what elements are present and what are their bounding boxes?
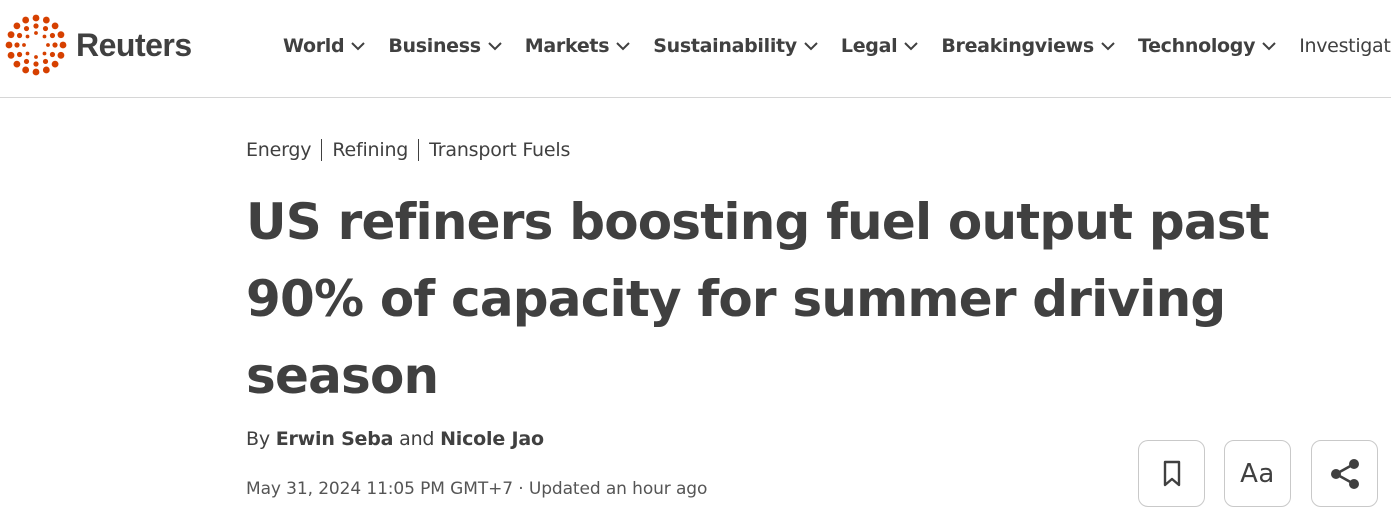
updated-time: Updated an hour ago xyxy=(528,479,708,499)
breadcrumb-divider xyxy=(321,139,323,161)
logo-dot xyxy=(25,34,30,39)
breadcrumb-energy[interactable]: Energy xyxy=(246,139,312,161)
logo-dot xyxy=(22,66,30,74)
reuters-logo[interactable]: Reuters xyxy=(4,13,192,77)
nav-item-sustainability[interactable]: Sustainability xyxy=(653,35,820,57)
logo-dot xyxy=(22,16,30,24)
chevron-down-icon xyxy=(1101,42,1115,51)
logo-dot xyxy=(57,51,65,59)
article-headline: US refiners boosting fuel output past 90… xyxy=(246,193,1270,405)
nav-item-label: Business xyxy=(388,35,481,57)
chevron-down-icon xyxy=(1262,42,1276,51)
breadcrumb-transport-fuels[interactable]: Transport Fuels xyxy=(429,139,570,161)
logo-dot xyxy=(5,41,13,49)
text-size-label: Aa xyxy=(1240,458,1275,489)
logo-dot xyxy=(34,55,38,59)
logo-dot xyxy=(59,41,67,49)
nav-item-technology[interactable]: Technology xyxy=(1138,35,1278,57)
nav-item-label: Legal xyxy=(840,35,898,57)
logo-dot xyxy=(57,31,65,39)
logo-dot xyxy=(13,22,21,30)
author-link-2[interactable]: Nicole Jao xyxy=(440,428,544,450)
byline: By Erwin Seba and Nicole Jao xyxy=(246,428,544,450)
reuters-logo-icon xyxy=(5,14,67,76)
logo-dot xyxy=(16,51,23,58)
publish-date: May 31, 2024 11:05 PM GMT+7 xyxy=(246,479,513,499)
logo-dot xyxy=(51,60,59,68)
nav-item-label: Markets xyxy=(524,35,610,57)
nav-item-label: Technology xyxy=(1137,35,1256,57)
logo-dot xyxy=(49,32,56,39)
logo-dot xyxy=(42,66,50,74)
breadcrumb-refining[interactable]: Refining xyxy=(332,139,408,161)
chevron-down-icon xyxy=(804,42,818,51)
chevron-down-icon xyxy=(616,42,630,51)
share-icon xyxy=(1330,458,1359,489)
logo-dot xyxy=(33,61,39,67)
author-link-1[interactable]: Erwin Seba xyxy=(276,428,394,450)
breadcrumb: Energy Refining Transport Fuels xyxy=(246,139,570,161)
logo-dot xyxy=(52,42,58,48)
logo-dot xyxy=(46,43,50,47)
chevron-down-icon xyxy=(488,42,502,51)
breadcrumb-divider xyxy=(418,139,420,161)
chevron-down-icon xyxy=(351,42,366,51)
logo-dot xyxy=(22,43,26,47)
nav-item-legal[interactable]: Legal xyxy=(841,35,920,57)
site-header: Reuters World Business Markets Sustainab… xyxy=(0,0,1391,98)
logo-dot xyxy=(51,22,59,30)
nav-item-markets[interactable]: Markets xyxy=(525,35,632,57)
brand-name: Reuters xyxy=(76,26,192,63)
logo-dot xyxy=(25,51,30,56)
article-dateline: May 31, 2024 11:05 PM GMT+7 · Updated an… xyxy=(246,479,707,499)
logo-dot xyxy=(33,23,39,29)
nav-item-world[interactable]: World xyxy=(283,35,367,57)
nav-item-breakingviews[interactable]: Breakingviews xyxy=(941,35,1117,57)
main-nav: World Business Markets Sustainability Le… xyxy=(283,0,1391,92)
logo-dot xyxy=(23,58,30,65)
text-size-button[interactable]: Aa xyxy=(1224,440,1291,507)
logo-dot xyxy=(49,51,56,58)
logo-dot xyxy=(42,34,47,39)
logo-dot xyxy=(16,32,23,39)
logo-dot xyxy=(42,25,49,32)
nav-item-label: Sustainability xyxy=(653,35,797,57)
logo-dot xyxy=(23,25,30,32)
date-separator: · xyxy=(512,479,529,499)
share-button[interactable] xyxy=(1311,440,1378,507)
chevron-down-icon xyxy=(904,42,919,51)
logo-dot xyxy=(7,31,15,39)
logo-dot xyxy=(7,51,15,59)
logo-dot xyxy=(32,14,40,22)
nav-item-business[interactable]: Business xyxy=(388,35,503,57)
logo-dot xyxy=(34,31,38,35)
byline-conjunction: and xyxy=(393,428,441,450)
logo-dot xyxy=(42,58,49,65)
logo-dot xyxy=(32,68,40,76)
nav-item-label: World xyxy=(283,35,345,57)
logo-dot xyxy=(14,42,20,48)
bookmark-icon xyxy=(1163,460,1180,486)
logo-dot xyxy=(13,60,21,68)
logo-dot xyxy=(42,16,50,24)
nav-item-label: Breakingviews xyxy=(941,35,1094,57)
nav-item-label: Investigations xyxy=(1299,35,1391,57)
bookmark-button[interactable] xyxy=(1138,440,1205,507)
nav-item-investigations[interactable]: Investigations xyxy=(1299,35,1391,57)
byline-prefix: By xyxy=(246,428,276,450)
logo-dot xyxy=(42,51,47,56)
